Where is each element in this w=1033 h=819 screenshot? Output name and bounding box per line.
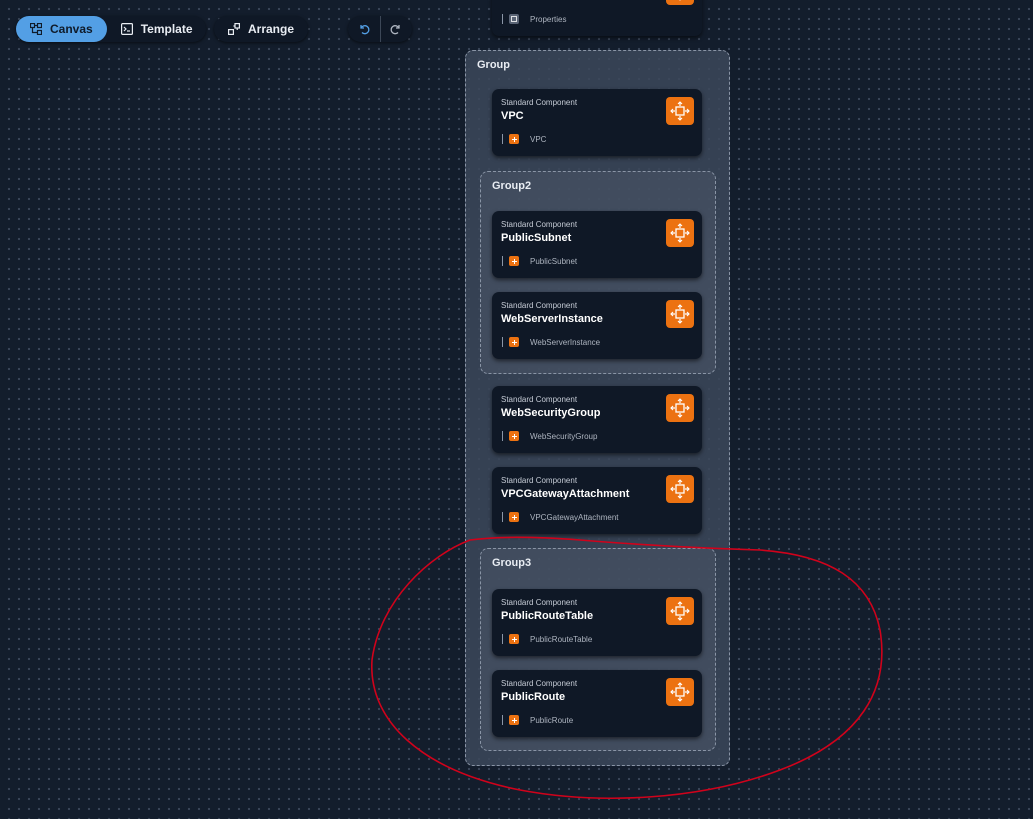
- properties-icon: [509, 14, 519, 24]
- component-card-vpc[interactable]: Standard Component VPC VPC: [492, 89, 702, 156]
- card-name: WebSecurityGroup: [501, 407, 601, 419]
- card-footer-label: VPC: [530, 134, 547, 144]
- group-label: Group: [477, 59, 510, 71]
- component-card-webserverinstance[interactable]: Standard Component WebServerInstance Web…: [492, 292, 702, 359]
- group-label: Group2: [492, 180, 532, 192]
- aws-component-icon: [666, 219, 694, 247]
- aws-component-icon: [666, 300, 694, 328]
- component-card-vpcgatewayattachment[interactable]: Standard Component VPCGatewayAttachment …: [492, 467, 702, 534]
- component-card-publicroutetable[interactable]: Standard Component PublicRouteTable Publ…: [492, 589, 702, 656]
- arrange-button-label: Arrange: [248, 22, 295, 36]
- resource-icon: [509, 256, 519, 266]
- template-tab-label: Template: [140, 22, 193, 36]
- redo-icon: [390, 23, 402, 35]
- canvas-icon: [30, 23, 42, 35]
- card-footer-label: VPCGatewayAttachment: [530, 512, 619, 522]
- component-card-top[interactable]: Properties: [492, 0, 702, 36]
- resource-icon: [509, 715, 519, 725]
- card-footer-label: WebSecurityGroup: [530, 431, 598, 441]
- resource-icon: [509, 134, 519, 144]
- resource-icon: [509, 512, 519, 522]
- aws-component-icon: [666, 475, 694, 503]
- redo-button[interactable]: [380, 16, 412, 42]
- card-footer: PublicRouteTable: [502, 634, 592, 644]
- undo-icon: [358, 23, 370, 35]
- aws-component-icon: [666, 597, 694, 625]
- card-type: Standard Component: [501, 98, 578, 107]
- aws-component-icon: [666, 97, 694, 125]
- card-footer: PublicSubnet: [502, 256, 577, 266]
- arrange-icon: [228, 23, 240, 35]
- component-card-publicsubnet[interactable]: Standard Component PublicSubnet PublicSu…: [492, 211, 702, 278]
- arrange-group: Arrange: [214, 16, 308, 42]
- card-footer-label: PublicSubnet: [530, 256, 578, 266]
- card-name: PublicRoute: [501, 691, 566, 703]
- history-controls: [348, 16, 412, 42]
- template-tab[interactable]: Template: [107, 16, 207, 42]
- card-footer: WebServerInstance: [502, 337, 600, 347]
- card-footer-label: Properties: [530, 14, 567, 24]
- card-type: Standard Component: [501, 220, 578, 229]
- card-type: Standard Component: [501, 476, 578, 485]
- card-footer-label: PublicRoute: [530, 715, 574, 725]
- canvas-tab[interactable]: Canvas: [16, 16, 107, 42]
- card-name: PublicRouteTable: [501, 610, 594, 622]
- card-name: WebServerInstance: [501, 313, 603, 325]
- aws-component-icon: [666, 394, 694, 422]
- card-footer: VPC: [502, 134, 546, 144]
- resource-icon: [509, 337, 519, 347]
- card-footer: PublicRoute: [502, 715, 573, 725]
- card-footer: VPCGatewayAttachment: [502, 512, 618, 522]
- card-name: VPCGatewayAttachment: [501, 488, 630, 500]
- resource-icon: [509, 431, 519, 441]
- resource-icon: [509, 634, 519, 644]
- template-icon: [120, 23, 133, 35]
- aws-component-icon: [666, 0, 694, 5]
- view-mode-toggle: Canvas Template: [16, 16, 206, 42]
- component-card-publicroute[interactable]: Standard Component PublicRoute PublicRou…: [492, 670, 702, 737]
- card-footer: Properties: [502, 14, 566, 24]
- aws-component-icon: [666, 678, 694, 706]
- card-footer-label: PublicRouteTable: [530, 634, 593, 644]
- card-type: Standard Component: [501, 395, 578, 404]
- arrange-button[interactable]: Arrange: [214, 16, 308, 42]
- card-type: Standard Component: [501, 679, 578, 688]
- card-name: VPC: [501, 110, 524, 122]
- undo-button[interactable]: [348, 16, 380, 42]
- card-footer-label: WebServerInstance: [530, 337, 601, 347]
- card-name: PublicSubnet: [501, 232, 572, 244]
- group-label: Group3: [492, 557, 532, 569]
- card-type: Standard Component: [501, 598, 578, 607]
- canvas-tab-label: Canvas: [50, 22, 93, 36]
- component-card-websecuritygroup[interactable]: Standard Component WebSecurityGroup WebS…: [492, 386, 702, 453]
- card-footer: WebSecurityGroup: [502, 431, 597, 441]
- card-type: Standard Component: [501, 301, 578, 310]
